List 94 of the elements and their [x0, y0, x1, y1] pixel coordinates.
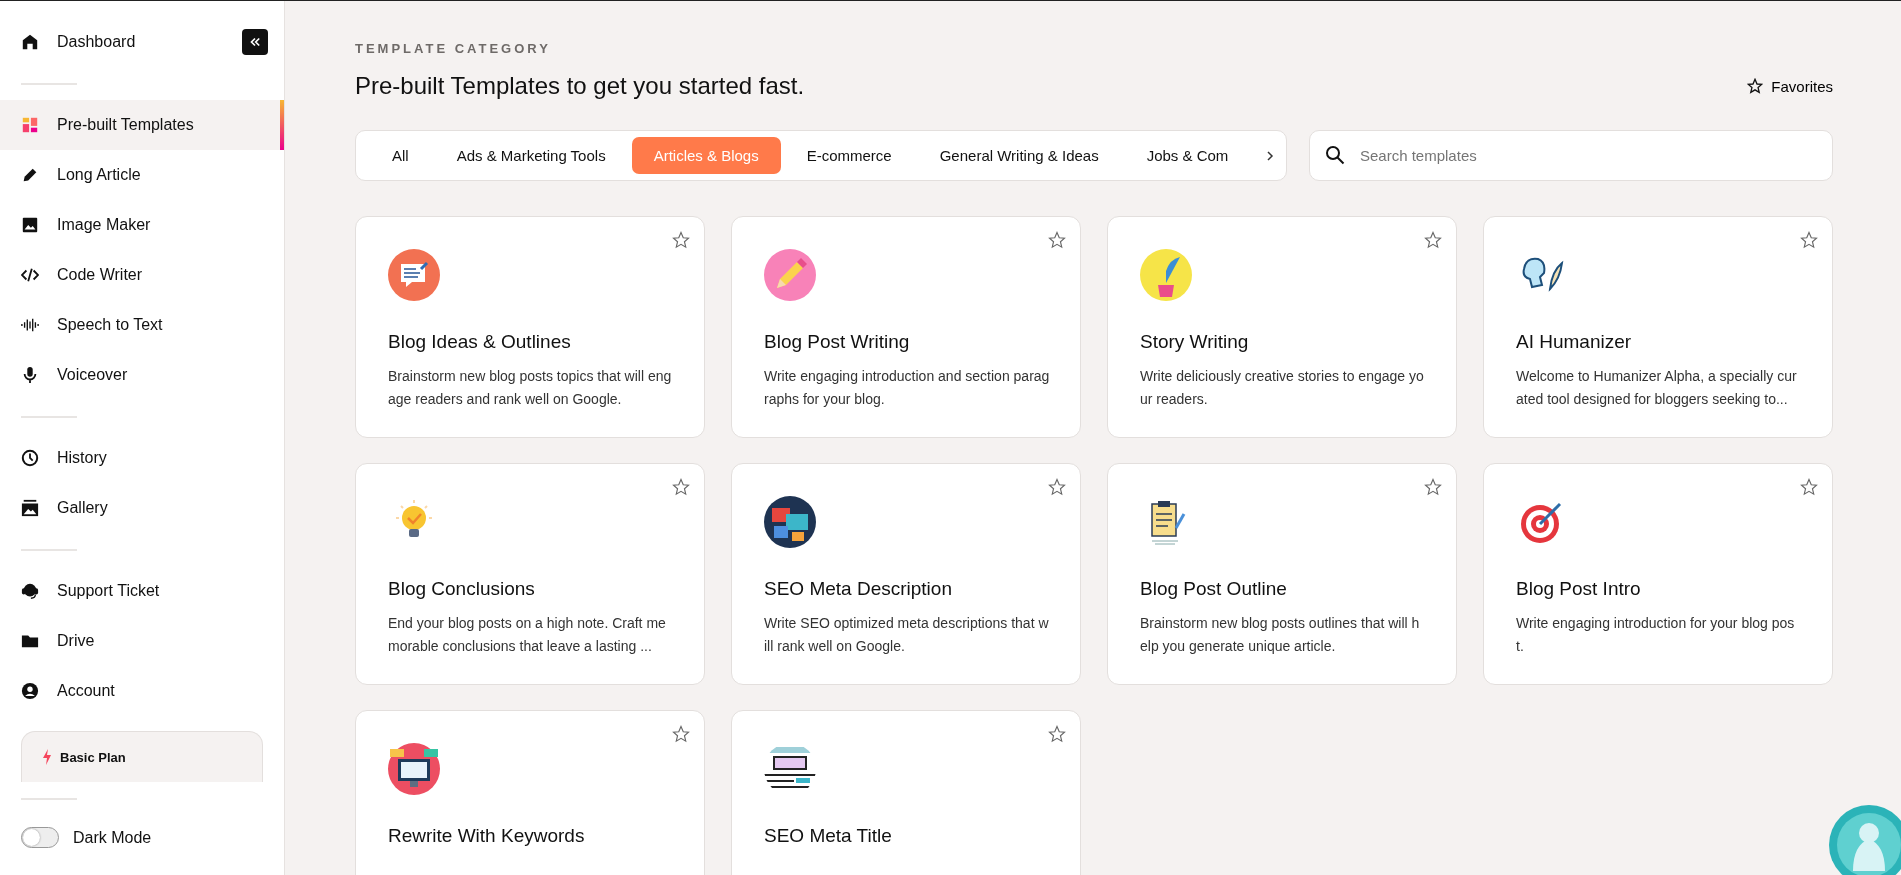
collapse-button[interactable] — [242, 29, 268, 55]
card-title: Blog Conclusions — [388, 578, 536, 600]
monitor-icon — [388, 743, 440, 795]
plan-label: Basic Plan — [60, 749, 126, 765]
star-icon — [1048, 231, 1066, 249]
nav-item[interactable]: Drive — [0, 616, 284, 666]
double-chevron-icon — [248, 35, 262, 49]
page-title: Pre-built Templates to get you started fast. — [355, 72, 805, 100]
star-icon — [1048, 478, 1066, 496]
card-title: SEO Meta Title — [764, 825, 893, 847]
favorite-toggle[interactable] — [672, 478, 690, 496]
template-card[interactable]: Rewrite With Keywords — [355, 710, 705, 875]
card-title: Blog Post Outline — [1140, 578, 1288, 600]
card-description: Write SEO optimized meta descriptions that will rank well on Google. — [764, 614, 1050, 656]
favorite-toggle[interactable] — [1048, 478, 1066, 496]
star-icon — [1800, 478, 1818, 496]
star-icon — [1424, 231, 1442, 249]
star-icon — [1747, 78, 1764, 94]
microphone-icon — [21, 366, 39, 384]
code-icon — [21, 266, 39, 284]
card-description: Brainstorm new blog posts topics that will engage readers and rank well on Google. — [388, 367, 673, 409]
nav-item[interactable]: Pre-built Templates — [0, 100, 284, 150]
card-title: Rewrite With Keywords — [388, 825, 586, 847]
card-description: Write deliciously creative stories to engage your readers. — [1140, 367, 1425, 409]
star-icon — [672, 478, 690, 496]
history-icon — [21, 449, 39, 467]
nav-item[interactable]: Speech to Text — [0, 300, 284, 350]
card-description: End your blog posts on a high note. Craft memorable conclusions that leave a lasting ... — [388, 614, 667, 656]
favorite-toggle[interactable] — [1048, 725, 1066, 743]
star-icon — [672, 231, 690, 249]
chevron-right-icon — [1266, 150, 1274, 161]
media-icon — [764, 496, 816, 548]
templates-icon — [21, 116, 39, 134]
image-icon — [21, 216, 39, 234]
favorite-toggle[interactable] — [1800, 478, 1818, 496]
nav-item[interactable]: Image Maker — [0, 200, 284, 250]
template-card[interactable]: SEO Meta Title — [731, 710, 1081, 875]
search-field[interactable]: Search templates — [1309, 130, 1833, 181]
star-icon — [672, 725, 690, 743]
template-card[interactable]: Story Writing Write deliciously creative stories to engage your readers. — [1107, 216, 1457, 438]
gallery-icon — [21, 499, 39, 517]
favorite-toggle[interactable] — [672, 725, 690, 743]
template-card[interactable]: Blog Ideas & Outlines Brainstorm new blog posts topics that will engage readers and rank well on Google. — [355, 216, 705, 438]
favorite-toggle[interactable] — [1424, 231, 1442, 249]
favorite-toggle[interactable] — [672, 231, 690, 249]
nav-item[interactable]: Gallery — [0, 483, 284, 533]
nav-item[interactable]: Code Writer — [0, 250, 284, 300]
star-icon — [1424, 478, 1442, 496]
nav-item[interactable]: Long Article — [0, 150, 284, 200]
nav-item[interactable]: Dashboard — [0, 17, 242, 67]
favorite-toggle[interactable] — [1424, 478, 1442, 496]
template-card[interactable]: Blog Post Intro Write engaging introduction for your blog post. — [1483, 463, 1833, 685]
template-card[interactable]: Blog Conclusions End your blog posts on a high note. Craft memorable conclusions that leave a lasting ... — [355, 463, 705, 685]
card-description: Write engaging introduction and section paragraphs for your blog. — [764, 367, 1050, 409]
category-tab[interactable]: Ads & Marketing Tools — [434, 137, 628, 174]
lightning-icon — [42, 749, 52, 765]
pencil-icon — [764, 249, 816, 301]
card-title: Blog Post Intro — [1516, 578, 1642, 600]
favorite-toggle[interactable] — [1800, 231, 1818, 249]
nav-item[interactable]: History — [0, 433, 284, 483]
category-tab[interactable]: Jobs & Com — [1124, 137, 1251, 174]
waveform-icon — [21, 316, 39, 334]
favorite-toggle[interactable] — [1048, 231, 1066, 249]
nav-item[interactable]: Voiceover — [0, 350, 284, 400]
template-card[interactable]: Blog Post Writing Write engaging introduction and section paragraphs for your blog. — [731, 216, 1081, 438]
card-title: AI Humanizer — [1516, 331, 1633, 353]
card-description: Welcome to Humanizer Alpha, a specially curated tool designed for bloggers seeking to... — [1516, 367, 1798, 409]
headset-icon — [21, 582, 39, 600]
card-title: SEO Meta Description — [764, 578, 953, 600]
template-card[interactable]: Blog Post Outline Brainstorm new blog posts outlines that will help you generate unique article. — [1107, 463, 1457, 685]
quill-icon — [1140, 249, 1192, 301]
section-label: TEMPLATE CATEGORY — [355, 41, 552, 56]
card-description: Write engaging introduction for your blog post. — [1516, 614, 1796, 656]
toggle-switch[interactable] — [21, 827, 59, 848]
nav-item[interactable]: Support Ticket — [0, 566, 284, 616]
toggle-label: Dark Mode — [73, 828, 152, 847]
template-card[interactable]: SEO Meta Description Write SEO optimized meta descriptions that will rank well on Google. — [731, 463, 1081, 685]
pencil-icon — [21, 166, 39, 184]
card-title: Story Writing — [1140, 331, 1250, 353]
card-description: Brainstorm new blog posts outlines that will help you generate unique article. — [1140, 614, 1421, 656]
home-icon — [21, 33, 39, 51]
star-icon — [1048, 725, 1066, 743]
message-board-icon — [388, 249, 440, 301]
category-tab[interactable]: All — [370, 137, 431, 174]
nav-item[interactable]: Account — [0, 666, 284, 716]
category-tab[interactable]: General Writing & Ideas — [917, 137, 1121, 174]
star-icon — [1800, 231, 1818, 249]
category-tab[interactable]: E-commerce — [784, 137, 914, 174]
account-icon — [21, 682, 39, 700]
card-title: Blog Post Writing — [764, 331, 911, 353]
template-card[interactable]: AI Humanizer Welcome to Humanizer Alpha, a specially curated tool designed for bloggers seeking to... — [1483, 216, 1833, 438]
favorites-button[interactable]: Favorites — [1747, 77, 1833, 95]
card-title: Blog Ideas & Outlines — [388, 331, 572, 353]
plan-card[interactable]: Basic Plan — [21, 731, 263, 782]
